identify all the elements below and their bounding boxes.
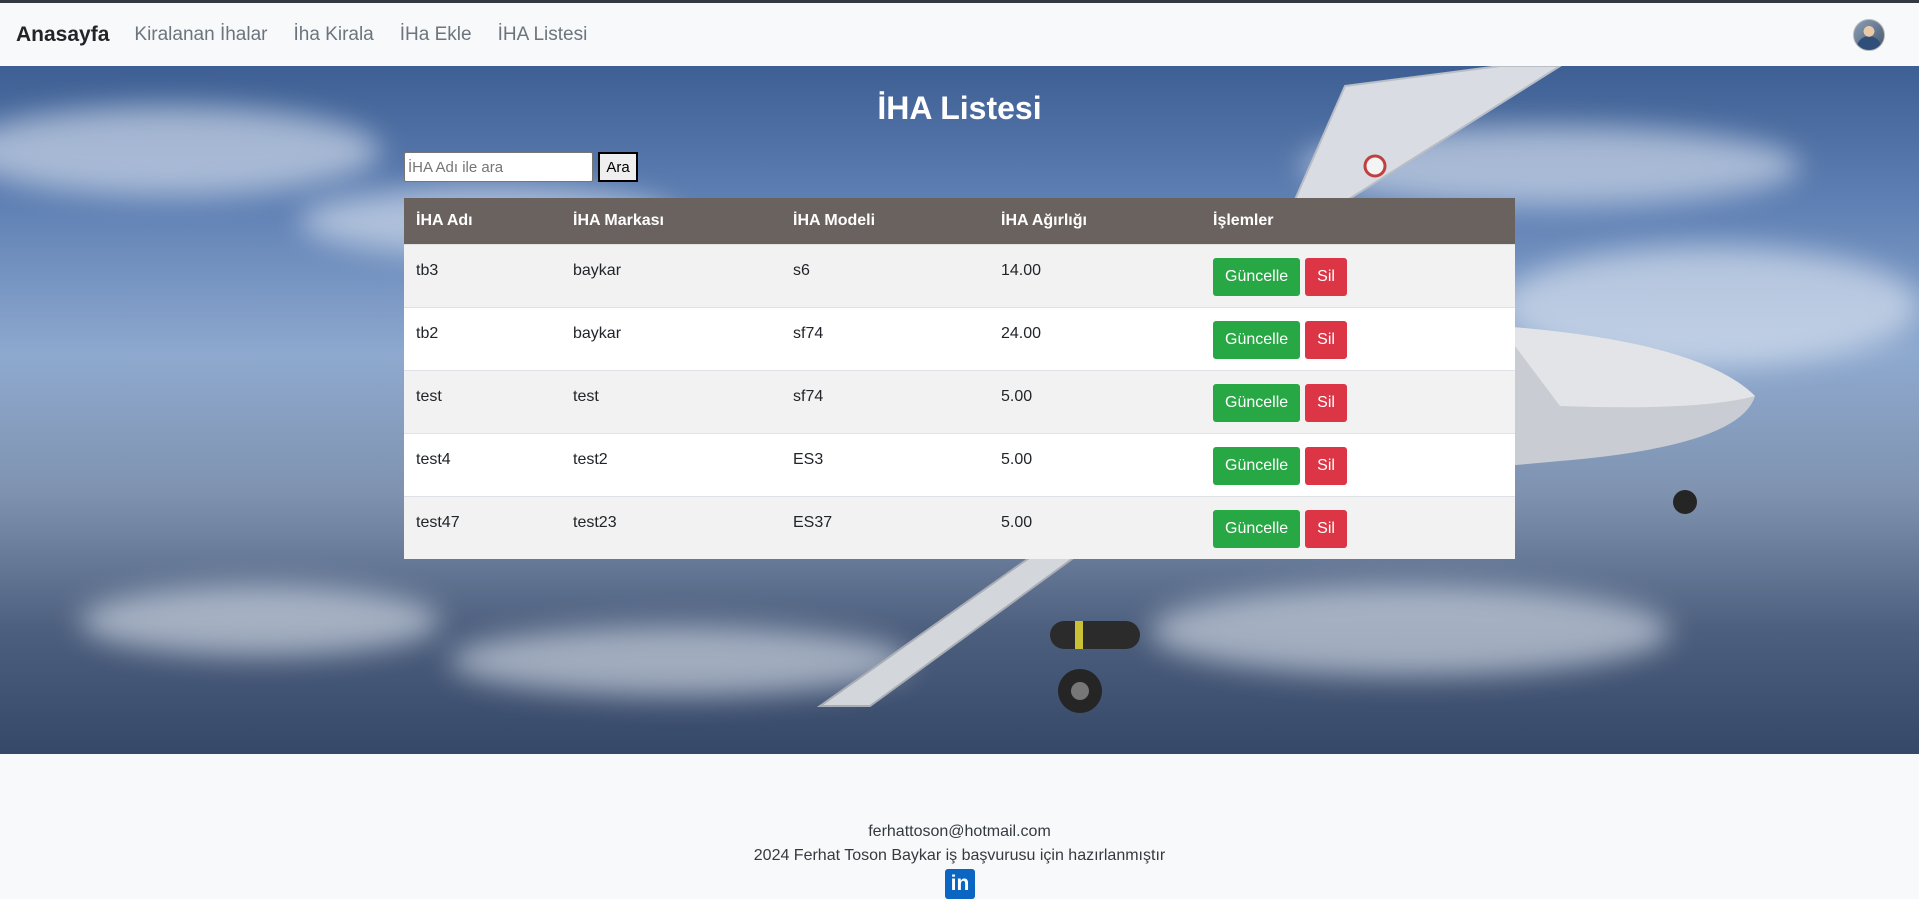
delete-button[interactable]: Sil <box>1305 509 1347 548</box>
cell-name: test4 <box>416 450 451 468</box>
cell-actions: Güncelle Sil <box>1201 370 1515 433</box>
cell-name: tb2 <box>416 324 439 342</box>
delete-button[interactable]: Sil <box>1305 320 1347 359</box>
cell-weight: 24.00 <box>1001 324 1042 342</box>
cell-actions: Güncelle Sil <box>1201 496 1515 559</box>
cell-weight: 5.00 <box>1001 450 1033 468</box>
delete-button[interactable]: Sil <box>1305 446 1347 485</box>
nav-link-rented[interactable]: Kiralanan İhalar <box>134 24 267 46</box>
update-button[interactable]: Güncelle <box>1213 509 1301 548</box>
header-brand: İHA Markası <box>573 211 664 229</box>
cell-name: test <box>416 387 442 405</box>
cell-brand: baykar <box>573 324 622 342</box>
nav-link-add[interactable]: İHa Ekle <box>400 24 472 46</box>
cell-weight: 5.00 <box>1001 387 1033 405</box>
iha-table-container: İHA Adı İHA Markası İHA Modeli İHA Ağırl… <box>404 198 1515 559</box>
cell-brand: test23 <box>573 513 617 531</box>
navbar: Anasayfa Kiralanan İhalar İha Kirala İHa… <box>0 3 1919 66</box>
nav-link-rent[interactable]: İha Kirala <box>293 24 373 46</box>
footer-email: ferhattoson@hotmail.com <box>868 823 1051 840</box>
delete-button[interactable]: Sil <box>1305 257 1347 296</box>
nav-brand-home[interactable]: Anasayfa <box>16 23 109 47</box>
cell-actions: Güncelle Sil <box>1201 433 1515 496</box>
iha-table: İHA Adı İHA Markası İHA Modeli İHA Ağırl… <box>404 198 1515 559</box>
footer: ferhattoson@hotmail.com 2024 Ferhat Toso… <box>0 754 1919 899</box>
header-weight: İHA Ağırlığı <box>1001 211 1087 229</box>
table-row: test4 test2 ES3 5.00 Güncelle Sil <box>404 433 1515 496</box>
page-title: İHA Listesi <box>877 90 1042 126</box>
cell-name: tb3 <box>416 261 439 279</box>
search-button[interactable]: Ara <box>598 152 638 182</box>
header-model: İHA Modeli <box>793 211 876 229</box>
cell-model: ES3 <box>793 450 824 468</box>
cell-brand: test2 <box>573 450 608 468</box>
cell-weight: 5.00 <box>1001 513 1033 531</box>
cell-brand: test <box>573 387 599 405</box>
cell-name: test47 <box>416 513 460 531</box>
cell-actions: Güncelle Sil <box>1201 307 1515 370</box>
nav-link-list[interactable]: İHA Listesi <box>498 24 588 46</box>
header-name: İHA Adı <box>416 211 473 229</box>
cell-model: s6 <box>793 261 810 279</box>
user-avatar-icon[interactable] <box>1853 19 1885 51</box>
table-row: tb2 baykar sf74 24.00 Güncelle Sil <box>404 307 1515 370</box>
cell-model: ES37 <box>793 513 833 531</box>
cell-brand: baykar <box>573 261 622 279</box>
cell-model: sf74 <box>793 387 824 405</box>
update-button[interactable]: Güncelle <box>1213 257 1301 296</box>
search-input[interactable] <box>404 152 593 182</box>
table-header-row: İHA Adı İHA Markası İHA Modeli İHA Ağırl… <box>404 198 1515 244</box>
table-row: test47 test23 ES37 5.00 Güncelle Sil <box>404 496 1515 559</box>
update-button[interactable]: Güncelle <box>1213 320 1301 359</box>
linkedin-icon[interactable]: in <box>945 869 975 899</box>
update-button[interactable]: Güncelle <box>1213 383 1301 422</box>
cell-weight: 14.00 <box>1001 261 1042 279</box>
table-row: test test sf74 5.00 Güncelle Sil <box>404 370 1515 433</box>
footer-note: 2024 Ferhat Toson Baykar iş başvurusu iç… <box>753 847 1166 864</box>
update-button[interactable]: Güncelle <box>1213 446 1301 485</box>
table-row: tb3 baykar s6 14.00 Güncelle Sil <box>404 244 1515 307</box>
delete-button[interactable]: Sil <box>1305 383 1347 422</box>
cell-model: sf74 <box>793 324 824 342</box>
header-actions: İşlemler <box>1213 211 1274 229</box>
cell-actions: Güncelle Sil <box>1201 244 1515 307</box>
